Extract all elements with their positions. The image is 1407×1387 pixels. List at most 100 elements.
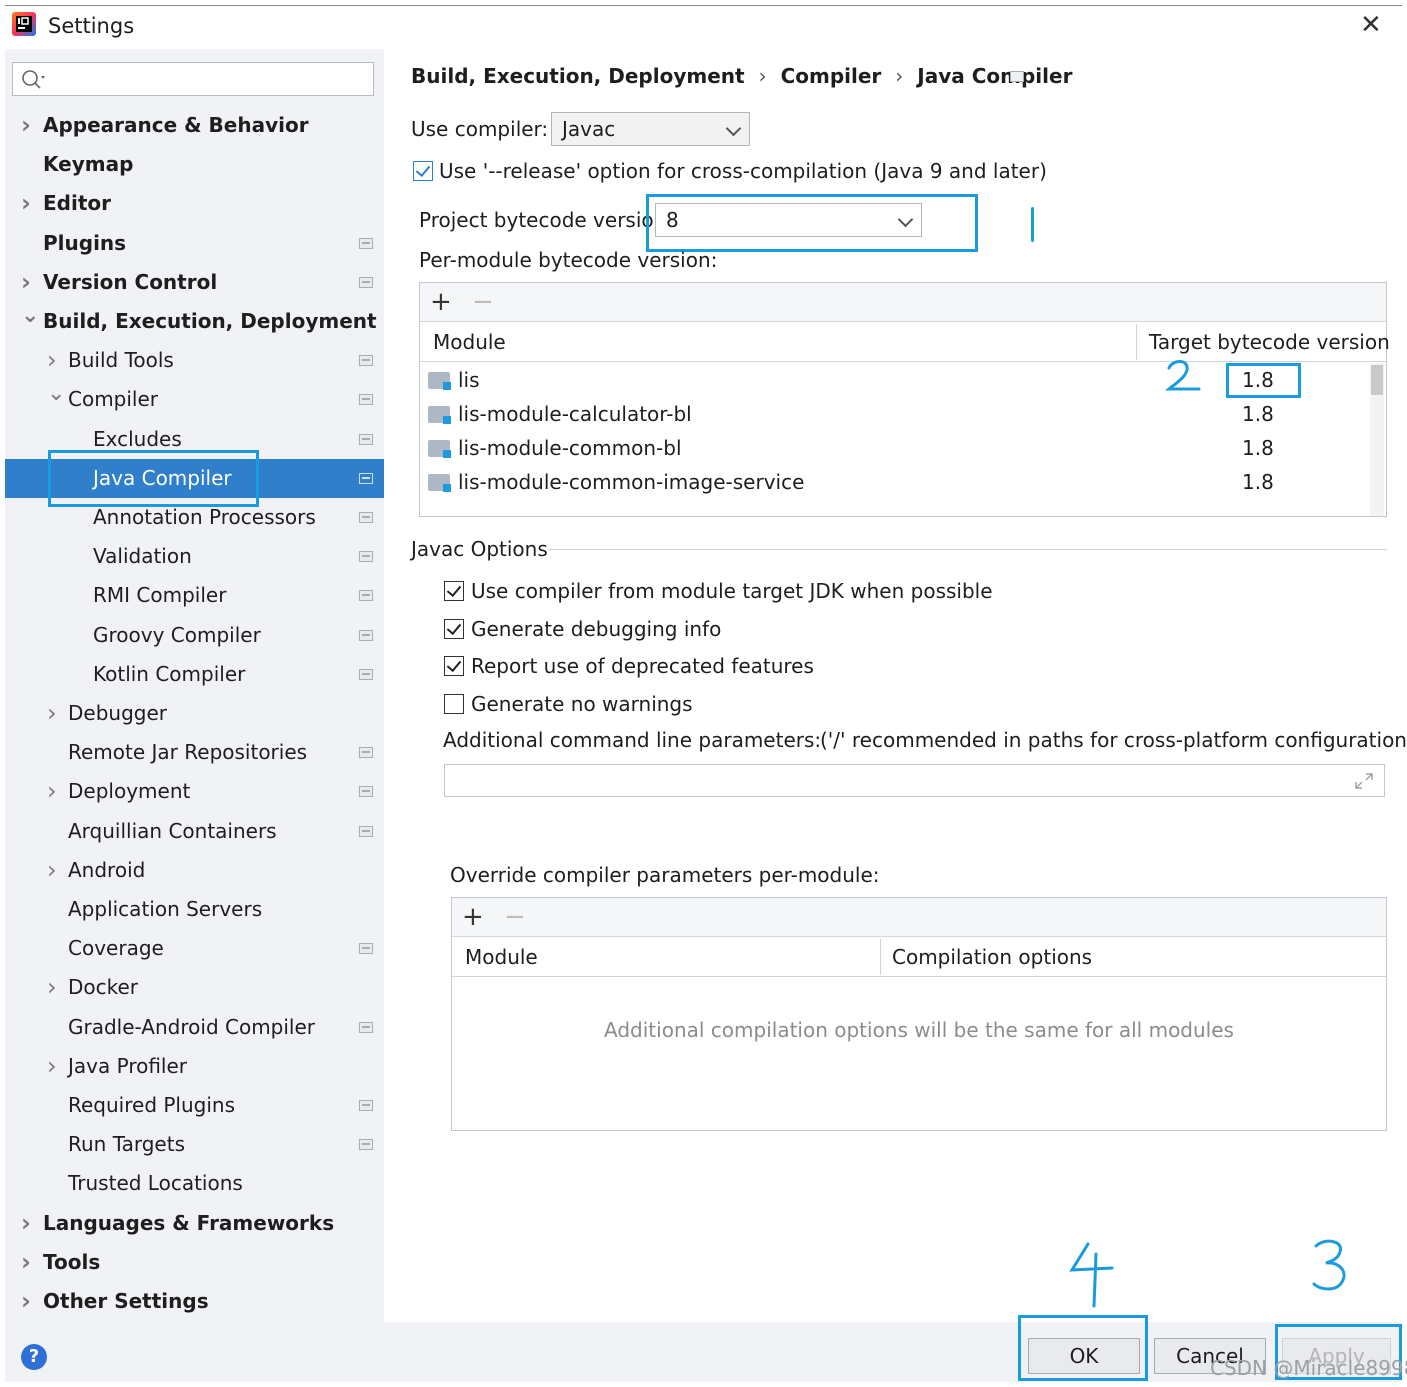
chevron-down-icon[interactable]: ⌄ (47, 374, 65, 413)
target-version[interactable]: 1.8 (1242, 397, 1274, 431)
sidebar-item-label: Java Profiler (68, 1054, 188, 1078)
breadcrumb-item[interactable]: Compiler (781, 64, 882, 88)
module-icon (428, 372, 451, 390)
search-input[interactable] (12, 62, 374, 96)
help-icon[interactable]: ? (21, 1344, 47, 1370)
project-level-icon (359, 1100, 373, 1111)
intellij-logo-icon (12, 12, 36, 36)
sidebar-item-label: Build Tools (68, 348, 174, 372)
sidebar-item[interactable]: Arquillian Containers (5, 812, 384, 851)
column-header-module[interactable]: Module (433, 324, 506, 360)
search-icon (22, 70, 45, 89)
sidebar-item[interactable]: Remote Jar Repositories (5, 733, 384, 772)
sidebar-item[interactable]: Coverage (5, 929, 384, 968)
checkbox-debug-info[interactable] (444, 619, 464, 639)
checkbox-use-target-jdk[interactable] (444, 581, 464, 601)
sidebar-item[interactable]: Application Servers (5, 890, 384, 929)
remove-icon: − (504, 902, 526, 932)
chevron-right-icon[interactable]: › (47, 694, 61, 733)
sidebar-item[interactable]: › Build Tools (5, 341, 384, 380)
java-compiler-highlight (48, 450, 259, 507)
use-compiler-select[interactable]: Javac (551, 112, 750, 146)
breadcrumb-separator: › (895, 64, 904, 88)
sidebar-item-label: Validation (93, 544, 192, 568)
project-level-icon (359, 238, 373, 249)
column-header-version[interactable]: Target bytecode version (1149, 324, 1390, 360)
sidebar-item[interactable]: › Tools (5, 1243, 384, 1282)
breadcrumb-item[interactable]: Build, Execution, Deployment (411, 64, 745, 88)
sidebar-item[interactable]: Gradle-Android Compiler (5, 1008, 384, 1047)
module-icon (428, 406, 451, 424)
javac-options-title: Javac Options (411, 537, 548, 561)
per-module-table: + − Module Target bytecode version lis 1.… (419, 282, 1390, 517)
chevron-right-icon[interactable]: › (47, 968, 61, 1007)
project-level-icon (359, 786, 373, 797)
target-version[interactable]: 1.8 (1242, 431, 1274, 465)
sidebar-item[interactable]: ⌄ Build, Execution, Deployment (5, 302, 384, 341)
sidebar-item[interactable]: Run Targets (5, 1125, 384, 1164)
sidebar-item-label: Groovy Compiler (93, 623, 261, 647)
table-row[interactable]: lis-module-common-bl 1.8 (420, 431, 1370, 465)
sidebar-item[interactable]: RMI Compiler (5, 576, 384, 615)
sidebar-item[interactable]: › Languages & Frameworks (5, 1204, 384, 1243)
chevron-right-icon[interactable]: › (47, 851, 61, 890)
sidebar-item[interactable]: › Editor (5, 184, 384, 223)
module-name: lis-module-common-bl (458, 436, 682, 460)
column-header-module[interactable]: Module (465, 939, 538, 975)
table-row[interactable]: lis-module-common-image-service 1.8 (420, 465, 1370, 499)
sidebar-item-label: Coverage (68, 936, 164, 960)
column-header-options[interactable]: Compilation options (892, 939, 1092, 975)
sidebar-item-label: Version Control (43, 270, 218, 294)
chevron-right-icon[interactable]: › (47, 1047, 61, 1086)
sidebar-item[interactable]: › Android (5, 851, 384, 890)
sidebar-item[interactable]: › Deployment (5, 772, 384, 811)
sidebar-item-label: Plugins (43, 231, 127, 255)
checkbox-no-warnings[interactable] (444, 694, 464, 714)
table-row[interactable]: lis-module-calculator-bl 1.8 (420, 397, 1370, 431)
sidebar-item[interactable]: Keymap (5, 145, 384, 184)
chevron-down-icon[interactable]: ⌄ (21, 296, 39, 335)
expand-icon[interactable] (1354, 772, 1374, 790)
checkbox-deprecated[interactable] (444, 656, 464, 676)
sidebar-item[interactable]: › Java Profiler (5, 1047, 384, 1086)
sidebar-item[interactable]: Validation (5, 537, 384, 576)
version-highlight (1226, 363, 1301, 398)
chevron-right-icon[interactable]: › (21, 106, 35, 145)
scrollbar-thumb[interactable] (1371, 365, 1383, 395)
column-divider (1136, 324, 1137, 360)
sidebar-item[interactable]: Trusted Locations (5, 1164, 384, 1203)
sidebar-item[interactable]: Required Plugins (5, 1086, 384, 1125)
chevron-right-icon[interactable]: › (21, 1243, 35, 1282)
sidebar-item[interactable]: › Version Control (5, 263, 384, 302)
sidebar-item[interactable]: › Appearance & Behavior (5, 106, 384, 145)
chevron-right-icon[interactable]: › (47, 772, 61, 811)
remove-icon: − (472, 287, 494, 317)
checkbox-label: Generate debugging info (471, 617, 722, 641)
project-level-icon (359, 551, 373, 562)
add-icon[interactable]: + (462, 904, 484, 930)
chevron-right-icon[interactable]: › (21, 184, 35, 223)
chevron-right-icon[interactable]: › (21, 1204, 35, 1243)
sidebar-item-label: Trusted Locations (68, 1171, 243, 1195)
release-option-checkbox[interactable] (413, 161, 433, 181)
project-level-icon (359, 1139, 373, 1150)
checkbox-label: Report use of deprecated features (471, 654, 814, 678)
sidebar-item[interactable]: › Other Settings (5, 1282, 384, 1321)
sidebar-item-label: Remote Jar Repositories (68, 740, 308, 764)
watermark: CSDN @Miracle8998 (1210, 1356, 1407, 1380)
sidebar-item[interactable]: Plugins (5, 224, 384, 263)
target-version[interactable]: 1.8 (1242, 465, 1274, 499)
sidebar-item[interactable]: ⌄ Compiler (5, 380, 384, 419)
project-level-icon (359, 394, 373, 405)
sidebar-item[interactable]: Groovy Compiler (5, 616, 384, 655)
add-icon[interactable]: + (430, 289, 452, 315)
sidebar-item-label: Kotlin Compiler (93, 662, 246, 686)
sidebar-item[interactable]: Kotlin Compiler (5, 655, 384, 694)
breadcrumb: Build, Execution, Deployment › Compiler › Ja… (411, 62, 1078, 90)
additional-params-input[interactable] (444, 764, 1385, 797)
per-module-toolbar: + − (420, 283, 1386, 322)
sidebar-item[interactable]: › Docker (5, 968, 384, 1007)
close-icon[interactable]: ✕ (1360, 12, 1382, 38)
sidebar-item[interactable]: › Debugger (5, 694, 384, 733)
chevron-right-icon[interactable]: › (21, 1282, 35, 1321)
